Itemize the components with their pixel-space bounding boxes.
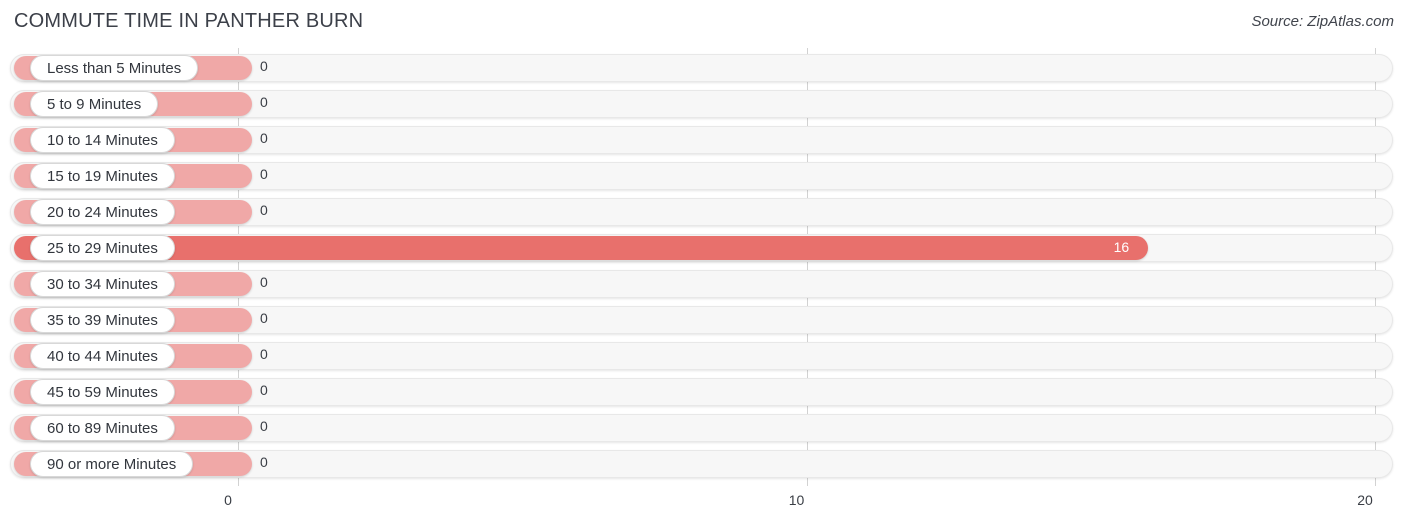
bar-row[interactable]: 40 to 44 Minutes 0 [0,338,1406,374]
bar-value-label: 0 [260,310,268,326]
bar-category-label: 90 or more Minutes [30,451,194,477]
bar-row[interactable]: 35 to 39 Minutes 0 [0,302,1406,338]
chart-header: COMMUTE TIME IN PANTHER BURN Source: Zip… [0,0,1406,46]
bar-category-label: 15 to 19 Minutes [30,163,175,189]
bar-value-label: 0 [260,454,268,470]
bar-category-label: 25 to 29 Minutes [30,235,175,261]
bar-value-label: 0 [260,274,268,290]
bar-value-label: 0 [260,58,268,74]
bar-value-label: 16 [1113,239,1130,255]
x-axis-tick-label: 10 [788,492,805,508]
bar-value-label: 0 [260,346,268,362]
bar-value-label: 0 [260,166,268,182]
bar-value-label: 0 [260,382,268,398]
bar-value-label: 0 [260,202,268,218]
x-axis-tick-label: 20 [1357,492,1373,508]
plot-area: Less than 5 Minutes 0 5 to 9 Minutes 0 10 to… [0,46,1406,488]
bar-row[interactable]: 10 to 14 Minutes 0 [0,122,1406,158]
bar-category-label: Less than 5 Minutes [30,55,199,81]
bar-category-label: 10 to 14 Minutes [30,127,175,153]
bar-category-label: 45 to 59 Minutes [30,379,175,405]
x-axis-tick-label: 0 [224,492,232,508]
bar-row[interactable]: 5 to 9 Minutes 0 [0,86,1406,122]
bar-row[interactable]: Less than 5 Minutes 0 [0,50,1406,86]
page-title: COMMUTE TIME IN PANTHER BURN [14,10,364,32]
bar-category-label: 5 to 9 Minutes [30,91,159,117]
bar-category-label: 35 to 39 Minutes [30,307,175,333]
bar-row[interactable]: 25 to 29 Minutes 16 [0,230,1406,266]
bar-value-label: 0 [260,418,268,434]
bar-category-label: 40 to 44 Minutes [30,343,175,369]
bar-row[interactable]: 90 or more Minutes 0 [0,446,1406,482]
bar-fill[interactable] [14,236,1148,260]
bar-row[interactable]: 45 to 59 Minutes 0 [0,374,1406,410]
bar-category-label: 20 to 24 Minutes [30,199,175,225]
bar-category-label: 30 to 34 Minutes [30,271,175,297]
bar-row[interactable]: 30 to 34 Minutes 0 [0,266,1406,302]
bar-row[interactable]: 15 to 19 Minutes 0 [0,158,1406,194]
bar-value-label: 0 [260,94,268,110]
bar-row[interactable]: 60 to 89 Minutes 0 [0,410,1406,446]
bar-category-label: 60 to 89 Minutes [30,415,175,441]
bar-row[interactable]: 20 to 24 Minutes 0 [0,194,1406,230]
source-attribution: Source: ZipAtlas.com [1251,13,1394,30]
x-axis: 0 10 20 [0,488,1406,523]
bar-value-label: 0 [260,130,268,146]
